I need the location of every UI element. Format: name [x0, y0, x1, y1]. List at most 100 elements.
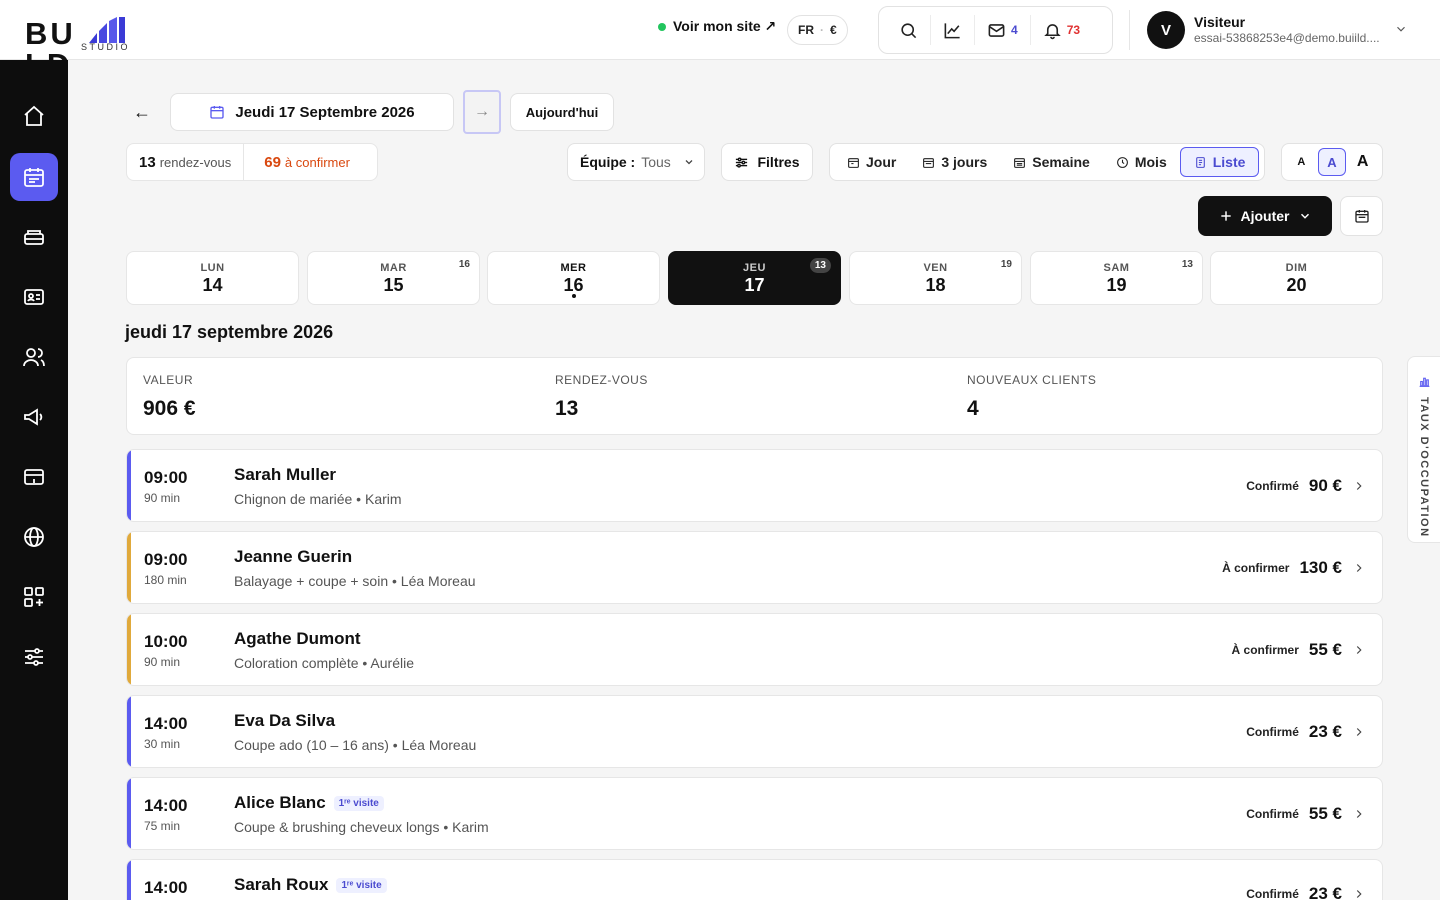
user-avatar[interactable]: V: [1147, 11, 1185, 49]
notifications-button[interactable]: 73: [1031, 15, 1092, 45]
bar-chart-icon: [1419, 377, 1430, 387]
users-icon: [23, 348, 45, 367]
appointment-duration: 90 min: [144, 655, 181, 669]
font-size-large[interactable]: A: [1349, 148, 1377, 176]
previous-day-button[interactable]: ←: [128, 98, 156, 126]
filters-button[interactable]: Filtres: [721, 143, 813, 181]
calendar-sync-button[interactable]: [1340, 196, 1383, 236]
appointment-row[interactable]: 09:00 180 min Jeanne Guerin Balayage + c…: [126, 531, 1383, 604]
tab-label: Jour: [866, 154, 897, 170]
appointment-duration: 180 min: [144, 573, 187, 587]
appointment-row[interactable]: 10:00 90 min Agathe Dumont Coloration co…: [126, 613, 1383, 686]
search-button[interactable]: [887, 15, 931, 45]
sidebar-item-clients[interactable]: [10, 333, 58, 381]
tab-label: 3 jours: [941, 154, 988, 170]
to-confirm-count[interactable]: 69: [264, 154, 281, 171]
day-sunday[interactable]: DIM 20: [1210, 251, 1383, 305]
chevron-down-icon: [685, 160, 693, 165]
sidebar-item-services[interactable]: [10, 213, 58, 261]
day-thursday[interactable]: JEU 17 13: [668, 251, 841, 305]
appointment-client: Eva Da Silva: [234, 711, 335, 731]
sidebar-item-calendar[interactable]: [10, 153, 58, 201]
user-name[interactable]: Visiteur: [1194, 14, 1245, 30]
stat-new-clients: NOUVEAUX CLIENTS 4: [967, 373, 1096, 421]
tab-3-days[interactable]: 3 jours: [909, 147, 1000, 177]
day-friday[interactable]: VEN 18 19: [849, 251, 1022, 305]
id-card-icon: [24, 289, 44, 305]
chart-line-icon: [944, 22, 960, 38]
appointment-meta: Confirmé 90 €: [1246, 450, 1366, 521]
sidebar-item-apps[interactable]: [10, 573, 58, 621]
filter-sliders-icon: [736, 156, 748, 168]
tab-list[interactable]: Liste: [1179, 147, 1260, 177]
stat-number: 906 €: [143, 397, 196, 420]
add-button[interactable]: Ajouter: [1198, 196, 1332, 236]
team-select[interactable]: Équipe : Tous: [567, 143, 705, 181]
appointment-time: 09:00: [144, 468, 188, 487]
day-number: 18: [925, 275, 946, 295]
sidebar-item-payments[interactable]: [10, 453, 58, 501]
first-visit-badge: 1ʳᵉ visite: [333, 795, 384, 811]
appointment-row[interactable]: 14:00 30 min Eva Da Silva Coupe ado (10 …: [126, 695, 1383, 768]
client-name: Sarah Muller: [234, 465, 337, 484]
calendar-icon: [210, 106, 225, 119]
view-site-label: Voir mon site ↗: [673, 18, 777, 34]
day-tuesday[interactable]: MAR 15 16: [307, 251, 480, 305]
language-currency-selector[interactable]: FR · €: [787, 15, 848, 45]
appointment-row[interactable]: 14:00 Sarah Roux 1ʳᵉ visite Confirmé 23 …: [126, 859, 1383, 900]
tab-day[interactable]: Jour: [834, 147, 909, 177]
tab-week[interactable]: Semaine: [1000, 147, 1103, 177]
occupancy-rate-label: TAUX D'OCCUPATION: [1418, 397, 1430, 538]
day-saturday[interactable]: SAM 19 13: [1030, 251, 1203, 305]
day-appointment-count: 16: [458, 259, 470, 270]
appointment-service: Coloration complète • Aurélie: [234, 655, 414, 671]
logo[interactable]: BULD STUDIO: [25, 8, 185, 80]
notifications-count: 73: [1066, 23, 1081, 37]
appointment-time: 14:00: [144, 796, 188, 815]
messages-button[interactable]: 4: [975, 15, 1031, 45]
stat-value: VALEUR 906 €: [143, 373, 196, 421]
appointment-client: Sarah Roux 1ʳᵉ visite: [234, 875, 387, 895]
font-size-small[interactable]: A: [1287, 148, 1315, 176]
logo-bars-icon: [89, 17, 125, 43]
font-size-medium[interactable]: A: [1317, 148, 1346, 176]
chevron-right-icon: [1356, 563, 1362, 572]
occupancy-rate-tab[interactable]: TAUX D'OCCUPATION: [1407, 356, 1440, 543]
appointment-price: 23 €: [1308, 721, 1342, 741]
chevron-down-icon[interactable]: [1394, 22, 1408, 36]
sidebar-item-marketing[interactable]: [10, 393, 58, 441]
sidebar-item-contacts[interactable]: [10, 273, 58, 321]
day-monday[interactable]: LUN 14: [126, 251, 299, 305]
currency-label: €: [830, 23, 837, 37]
to-confirm-label[interactable]: à confirmer: [285, 155, 350, 170]
appointment-summary: 13 rendez-vous 69 à confirmer: [126, 143, 378, 181]
appointment-meta: Confirmé 55 €: [1246, 778, 1366, 849]
day-appointment-count: 19: [1000, 259, 1012, 270]
appointment-service: Chignon de mariée • Karim: [234, 491, 402, 507]
tab-label: Semaine: [1032, 154, 1090, 170]
stats-button[interactable]: [931, 15, 975, 45]
sidebar-item-settings[interactable]: [10, 633, 58, 681]
card-icon: [24, 469, 44, 485]
appointment-row[interactable]: 14:00 75 min Alice Blanc 1ʳᵉ visite Coup…: [126, 777, 1383, 850]
appointment-meta: Confirmé 23 €: [1246, 696, 1366, 767]
day-wednesday[interactable]: MER 16: [487, 251, 660, 305]
date-picker-button[interactable]: Jeudi 17 Septembre 2026: [170, 93, 454, 131]
calendar-icon: [1354, 210, 1369, 223]
tab-month[interactable]: Mois: [1103, 147, 1180, 177]
separator-dot: ·: [820, 23, 824, 37]
appointment-meta: Confirmé 23 €: [1246, 884, 1366, 900]
sliders-icon: [25, 648, 43, 666]
view-site-link[interactable]: Voir mon site ↗: [658, 18, 776, 35]
appointment-meta: À confirmer 55 €: [1232, 614, 1366, 685]
status-label: Confirmé: [1246, 887, 1299, 900]
sidebar-item-home[interactable]: [10, 92, 58, 140]
today-button[interactable]: Aujourd'hui: [510, 93, 614, 131]
day-number: 17: [744, 275, 765, 295]
appointment-duration: 75 min: [144, 819, 181, 833]
appointment-row[interactable]: 09:00 90 min Sarah Muller Chignon de mar…: [126, 449, 1383, 522]
next-day-button[interactable]: →: [463, 90, 501, 134]
stat-appointments: RENDEZ-VOUS 13: [555, 373, 648, 421]
sidebar-item-website[interactable]: [10, 513, 58, 561]
day-number: 15: [383, 275, 404, 295]
